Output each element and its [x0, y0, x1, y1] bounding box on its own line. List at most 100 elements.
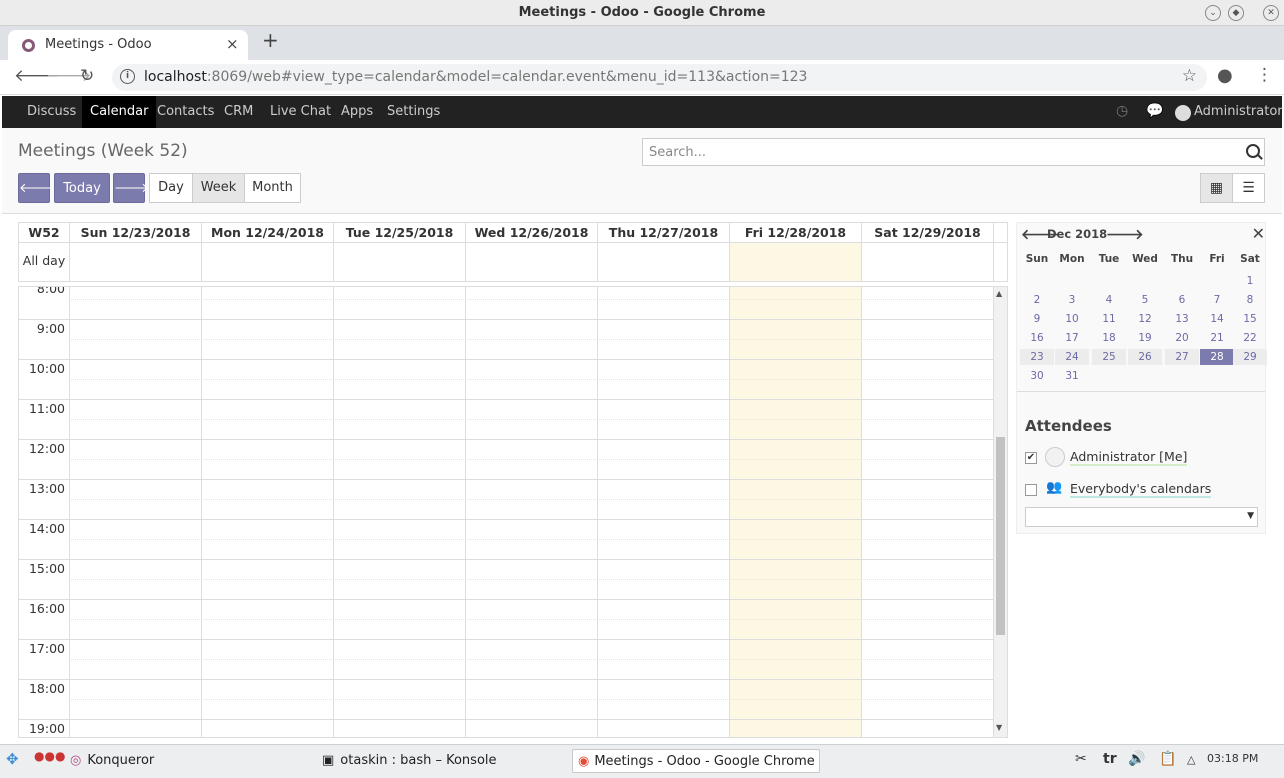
scale-week-button[interactable]: Week — [192, 173, 245, 203]
app-launcher-icon[interactable]: ✥ — [6, 750, 19, 768]
menu-live-chat[interactable]: Live Chat — [262, 96, 339, 128]
next-week-button[interactable]: 🡒 — [113, 173, 149, 203]
hour-row[interactable]: 12:00 — [19, 439, 994, 479]
hour-row[interactable]: 14:00 — [19, 519, 994, 559]
tray-expand-icon[interactable]: △ — [1187, 753, 1195, 766]
menu-crm[interactable]: CRM — [216, 96, 261, 128]
volume-icon[interactable]: 🔊 — [1128, 751, 1145, 767]
mini-calendar-day[interactable]: 13 — [1165, 311, 1199, 327]
menu-contacts[interactable]: Contacts — [149, 96, 222, 128]
browser-tab[interactable]: Meetings - Odoo × — [8, 30, 248, 60]
taskbar-item-chrome[interactable]: ◉ Meetings - Odoo - Google Chrome — [572, 749, 820, 773]
scroll-up-icon[interactable]: ▲ — [996, 289, 1002, 298]
mini-calendar-day[interactable]: 15 — [1233, 311, 1267, 327]
all-day-cell-today[interactable] — [729, 243, 861, 281]
mini-calendar-day[interactable]: 6 — [1165, 292, 1199, 308]
mini-calendar-day[interactable]: 12 — [1128, 311, 1162, 327]
mini-calendar-day[interactable]: 17 — [1055, 330, 1089, 346]
chat-icon[interactable]: 💬 — [1146, 103, 1163, 119]
mini-calendar-day[interactable]: 31 — [1055, 368, 1089, 384]
mini-calendar-day[interactable]: 19 — [1128, 330, 1162, 346]
mini-calendar-day[interactable]: 20 — [1165, 330, 1199, 346]
new-tab-button[interactable]: + — [262, 28, 279, 52]
mini-calendar-day[interactable]: 14 — [1200, 311, 1234, 327]
time-grid[interactable]: 8:00 9:00 10:00 11:00 12:00 13:00 14:00 15:00 16… — [18, 286, 1008, 738]
attendee-checkbox[interactable] — [1025, 484, 1037, 496]
scale-day-button[interactable]: Day — [149, 173, 193, 203]
chrome-menu-icon[interactable]: ⋮ — [1256, 65, 1273, 85]
mini-calendar-day[interactable]: 11 — [1092, 311, 1126, 327]
mini-calendar-day[interactable]: 25 — [1092, 349, 1126, 365]
all-day-cell[interactable] — [465, 243, 597, 281]
minimize-icon[interactable]: ⌄ — [1205, 5, 1221, 21]
all-day-cell[interactable] — [597, 243, 729, 281]
reload-icon[interactable]: ↻ — [80, 66, 94, 86]
mini-calendar-day[interactable]: 3 — [1055, 292, 1089, 308]
mini-calendar-day[interactable]: 9 — [1020, 311, 1054, 327]
mini-calendar-day[interactable]: 18 — [1092, 330, 1126, 346]
list-view-icon[interactable]: ☰ — [1232, 173, 1265, 203]
scale-month-button[interactable]: Month — [244, 173, 301, 203]
all-day-cell[interactable] — [861, 243, 993, 281]
mini-calendar-day[interactable]: 7 — [1200, 292, 1234, 308]
today-button[interactable]: Today — [54, 173, 110, 203]
hour-row[interactable]: 10:00 — [19, 359, 994, 399]
mini-calendar-day[interactable]: 29 — [1233, 349, 1267, 365]
mini-calendar-day[interactable]: 24 — [1055, 349, 1089, 365]
menu-calendar[interactable]: Calendar — [82, 96, 157, 128]
clipboard-icon[interactable]: 📋 — [1159, 751, 1176, 767]
mini-calendar-day[interactable]: 28 — [1200, 349, 1234, 365]
scroll-down-icon[interactable]: ▼ — [996, 723, 1002, 732]
activity-clock-icon[interactable]: ◷ — [1116, 103, 1128, 119]
prev-week-button[interactable]: 🡐 — [18, 173, 54, 203]
user-menu[interactable]: Administrator — [1194, 96, 1283, 127]
hour-row[interactable]: 8:00 — [19, 287, 994, 319]
mini-calendar-day[interactable]: 26 — [1128, 349, 1162, 365]
site-info-icon[interactable]: i — [120, 69, 135, 84]
mini-calendar-day[interactable]: 27 — [1165, 349, 1199, 365]
close-tab-icon[interactable]: × — [226, 35, 239, 53]
address-bar[interactable]: i localhost:8069/web#view_type=calendar&… — [112, 64, 1207, 91]
next-month-icon[interactable]: 🡒 — [1106, 226, 1144, 243]
menu-settings[interactable]: Settings — [379, 96, 448, 128]
mini-calendar-day[interactable]: 2 — [1020, 292, 1054, 308]
mini-calendar-day[interactable]: 22 — [1233, 330, 1267, 346]
bookmark-star-icon[interactable]: ☆ — [1182, 66, 1197, 86]
mini-calendar-day[interactable]: 21 — [1200, 330, 1234, 346]
attendee-checkbox[interactable]: ✔ — [1025, 452, 1037, 464]
menu-apps[interactable]: Apps — [333, 96, 381, 128]
mini-calendar-day[interactable]: 4 — [1092, 292, 1126, 308]
close-window-icon[interactable]: ✕ — [1263, 5, 1279, 21]
clock-time[interactable]: 03:18 PM — [1207, 752, 1258, 765]
taskbar-item-konsole[interactable]: ▣ otaskin : bash – Konsole — [322, 749, 562, 773]
hour-row[interactable]: 18:00 — [19, 679, 994, 719]
hour-row[interactable]: 16:00 — [19, 599, 994, 639]
maximize-icon[interactable]: ◆ — [1228, 5, 1244, 21]
hour-row[interactable]: 19:00 — [19, 719, 994, 737]
dropdown-caret-icon[interactable]: ▼ — [1247, 511, 1254, 521]
hour-row[interactable]: 11:00 — [19, 399, 994, 439]
hour-row[interactable]: 17:00 — [19, 639, 994, 679]
menu-discuss[interactable]: Discuss — [19, 96, 84, 128]
profile-icon[interactable]: ● — [1217, 65, 1233, 86]
mini-calendar-day[interactable]: 30 — [1020, 368, 1054, 384]
hour-row[interactable]: 13:00 — [19, 479, 994, 519]
activity-dots-icon[interactable]: ●●● — [34, 749, 65, 763]
hour-row[interactable]: 15:00 — [19, 559, 994, 599]
calendar-view-icon[interactable]: ▦ — [1200, 173, 1233, 203]
attendee-item[interactable]: 👥 Everybody's calendars — [1025, 479, 1255, 501]
grid-scrollbar[interactable]: ▲ ▼ — [994, 287, 1007, 737]
mini-calendar-day[interactable]: 10 — [1055, 311, 1089, 327]
all-day-cell[interactable] — [201, 243, 333, 281]
all-day-cell[interactable] — [333, 243, 465, 281]
taskbar-item-konqueror[interactable]: ◎ Konqueror — [70, 749, 250, 773]
user-avatar[interactable] — [1175, 105, 1191, 121]
scrollbar-thumb[interactable] — [996, 437, 1005, 635]
attendee-item[interactable]: ✔ Administrator [Me] — [1025, 447, 1255, 469]
search-input[interactable]: Search... — [642, 138, 1265, 166]
hour-row[interactable]: 9:00 — [19, 319, 994, 359]
mini-calendar-day[interactable]: 5 — [1128, 292, 1162, 308]
all-day-cell[interactable] — [69, 243, 201, 281]
mini-calendar-day[interactable]: 8 — [1233, 292, 1267, 308]
search-icon[interactable] — [1246, 144, 1260, 158]
